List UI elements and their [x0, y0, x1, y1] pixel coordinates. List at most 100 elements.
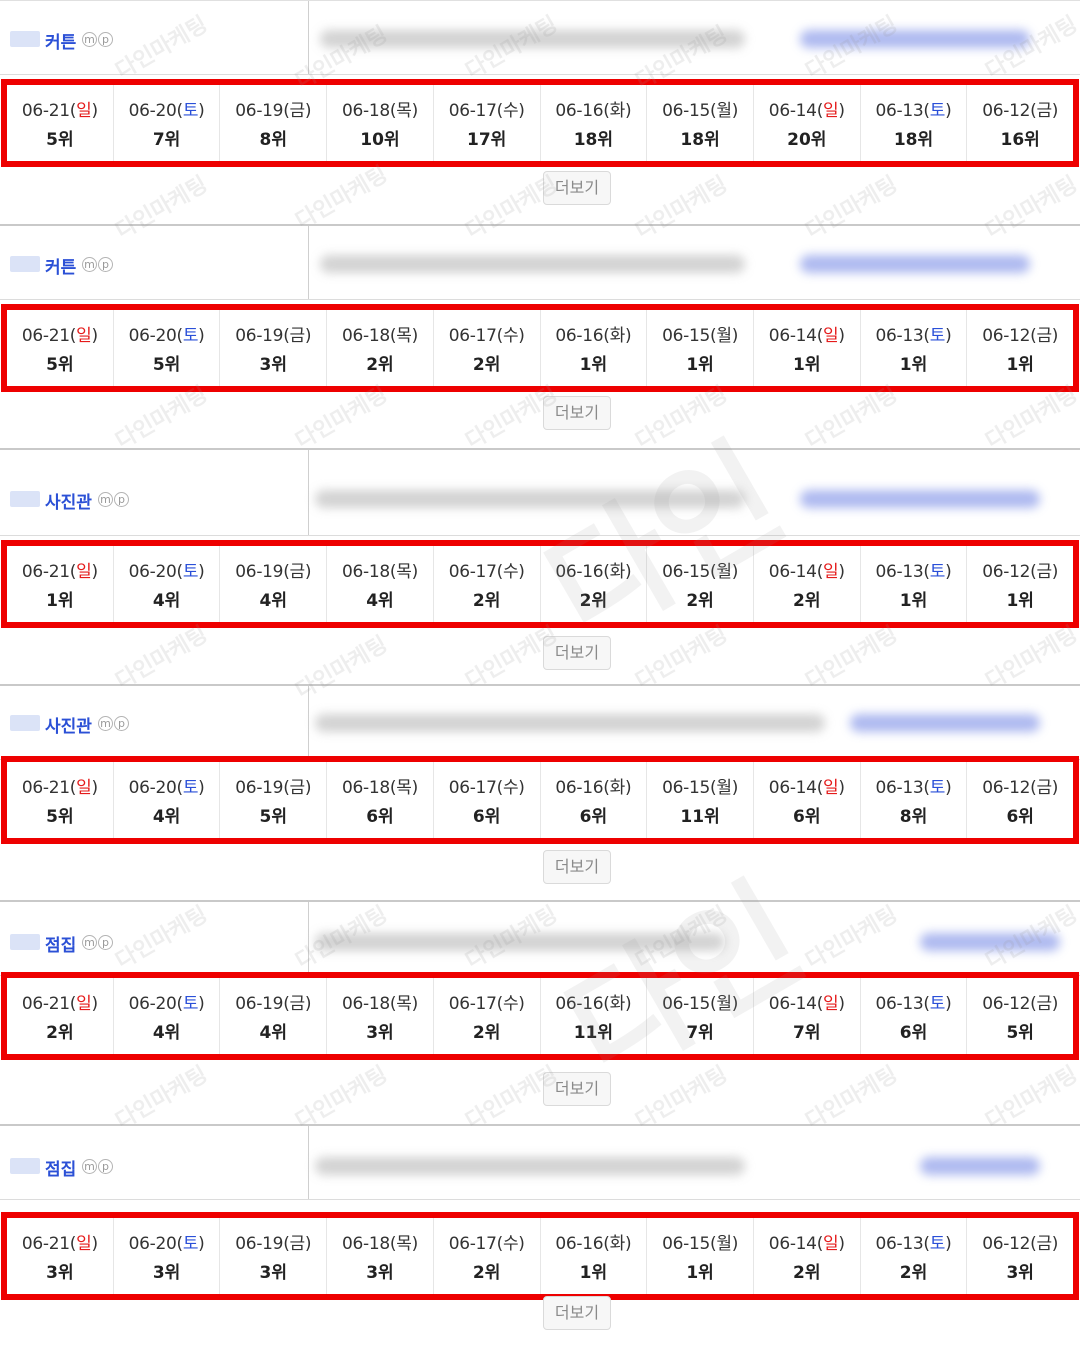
date-label: 06-21(일) [22, 773, 98, 798]
more-button[interactable]: 더보기 [543, 171, 611, 205]
day-of-week: 화 [609, 1234, 626, 1254]
date-label: 06-12(금) [982, 989, 1058, 1014]
day-of-week: 월 [716, 562, 732, 582]
day-of-week: 금 [1036, 326, 1052, 346]
date-label: 06-16(화) [555, 1229, 631, 1254]
paren: ) [731, 994, 739, 1014]
keyword-link[interactable]: 커튼 [45, 253, 76, 278]
day-of-week: 목 [396, 994, 412, 1014]
date-label: 06-17(수) [449, 1229, 525, 1254]
more-button[interactable]: 더보기 [543, 396, 611, 430]
keyword-rank-block: 사진관 m p 06-21(일) 5위 06-20(토) 4위 06-19(금) 5위 06-18… [0, 684, 1080, 900]
paren: ) [945, 994, 952, 1014]
rank-cell: 06-14(일) 20위 [754, 85, 861, 161]
keyword-link[interactable]: 사진관 [45, 488, 92, 513]
rank-value: 5위 [46, 130, 74, 150]
more-button[interactable]: 더보기 [543, 636, 611, 670]
mobile-badge: m [82, 257, 97, 272]
mobile-pc-badges: mp [98, 492, 130, 507]
date-label: 06-18(목) [342, 96, 418, 121]
blurred-url [315, 1157, 745, 1175]
rank-value: 18위 [680, 130, 720, 150]
rank-cell: 06-20(토) 4위 [114, 546, 221, 622]
more-button[interactable]: 더보기 [543, 850, 611, 884]
rank-cell: 06-18(목) 6위 [327, 762, 434, 838]
rank-cell: 06-12(금) 1위 [967, 546, 1073, 622]
rank-value: 8위 [259, 130, 287, 150]
blurred-meta [920, 933, 1060, 951]
day-of-week: 토 [929, 326, 946, 346]
rank-cell: 06-16(화) 2위 [541, 546, 648, 622]
date-label: 06-18(목) [342, 1229, 418, 1254]
rank-cell: 06-12(금) 5위 [967, 978, 1073, 1054]
date-label: 06-17(수) [449, 321, 525, 346]
day-of-week: 토 [929, 562, 946, 582]
blurred-meta [850, 714, 1040, 732]
block-header: 점집 m p [0, 902, 1080, 976]
rank-cell: 06-13(토) 6위 [861, 978, 968, 1054]
paren: ) [91, 326, 98, 346]
more-button[interactable]: 더보기 [543, 1072, 611, 1106]
keyword-link[interactable]: 사진관 [45, 712, 92, 737]
rank-value: 2위 [472, 1023, 501, 1043]
blurred-url [315, 714, 825, 732]
day-of-week: 금 [1036, 1234, 1052, 1254]
pc-badge: p [114, 716, 129, 731]
rank-cell: 06-19(금) 5위 [220, 762, 328, 838]
date-md: 06-18 [341, 101, 390, 121]
day-of-week: 목 [396, 778, 412, 798]
paren: ) [91, 1234, 98, 1254]
rank-cell: 06-12(금) 1위 [967, 310, 1073, 386]
rank-cell: 06-15(월) 2위 [647, 546, 754, 622]
date-label: 06-14(일) [769, 773, 845, 798]
date-md: 06-14 [768, 778, 817, 798]
day-of-week: 금 [289, 101, 306, 121]
day-of-week: 수 [502, 994, 519, 1014]
date-md: 06-15 [662, 326, 710, 346]
day-of-week: 수 [502, 1234, 519, 1254]
day-of-week: 일 [76, 778, 92, 798]
rank-value: 2위 [472, 1263, 501, 1283]
date-label: 06-17(수) [449, 773, 525, 798]
keyword-link[interactable]: 점집 [45, 1155, 76, 1180]
date-md: 06-17 [448, 562, 497, 582]
keyword-link[interactable]: 커튼 [45, 28, 76, 53]
date-md: 06-17 [448, 326, 497, 346]
day-of-week: 일 [76, 326, 92, 346]
rank-value: 2위 [472, 355, 501, 375]
rank-cell: 06-17(수) 2위 [434, 1218, 541, 1294]
block-header: 커튼 m p [0, 1, 1080, 75]
day-of-week: 수 [502, 101, 519, 121]
date-label: 06-14(일) [769, 1229, 845, 1254]
paren: ) [518, 1234, 525, 1254]
rank-value: 5위 [1006, 1023, 1034, 1043]
date-label: 06-19(금) [235, 321, 311, 346]
paren: ) [945, 1234, 952, 1254]
rank-value: 4위 [152, 591, 181, 611]
mobile-pc-badges: mp [82, 935, 114, 950]
date-label: 06-14(일) [769, 557, 845, 582]
date-label: 06-20(토) [129, 321, 205, 346]
rank-cell: 06-18(목) 2위 [327, 310, 434, 386]
rank-value: 5위 [152, 355, 181, 375]
blurred-url [315, 933, 725, 951]
rank-cell: 06-16(화) 18위 [541, 85, 648, 161]
day-of-week: 일 [823, 778, 839, 798]
blurred-prefix [10, 934, 40, 950]
date-md: 06-20 [128, 994, 177, 1014]
day-of-week: 수 [502, 326, 519, 346]
date-label: 06-20(토) [129, 989, 205, 1014]
date-label: 06-13(토) [876, 773, 952, 798]
rank-value: 18위 [573, 130, 614, 150]
rank-cell: 06-12(금) 16위 [967, 85, 1073, 161]
rank-value: 3위 [259, 1263, 287, 1283]
date-md: 06-19 [235, 1234, 284, 1254]
rank-value: 1위 [686, 1263, 714, 1283]
mobile-pc-badges: mp [82, 257, 114, 272]
day-of-week: 월 [716, 326, 732, 346]
rank-cell: 06-18(목) 4위 [327, 546, 434, 622]
day-of-week: 토 [182, 994, 199, 1014]
keyword-link[interactable]: 점집 [45, 931, 76, 956]
more-button[interactable]: 더보기 [543, 1296, 611, 1330]
paren: ) [731, 1234, 739, 1254]
